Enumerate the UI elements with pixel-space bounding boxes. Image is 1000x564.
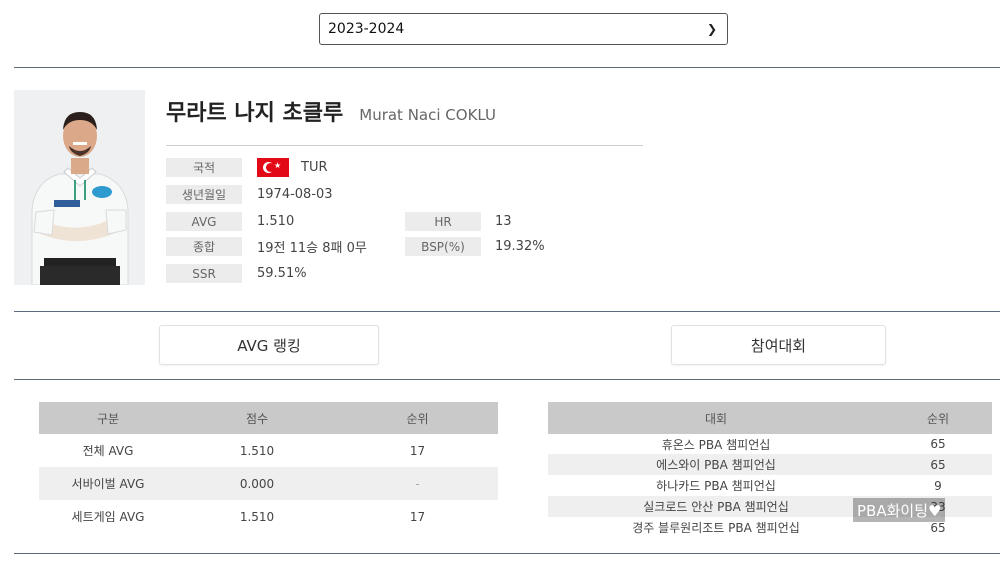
table-row: 휴온스 PBA 챔피언십 65 (548, 434, 992, 454)
player-name: 무라트 나지 초클루 Murat Naci COKLU (166, 95, 496, 127)
divider-lower (14, 379, 1000, 380)
divider-top (14, 67, 1000, 68)
hr-value: 13 (495, 214, 512, 229)
avg-value: 1.510 (257, 214, 295, 229)
table-row: 세트게임 AVG 1.510 17 (39, 500, 498, 533)
player-photo (14, 90, 145, 285)
ssr-label: SSR (166, 264, 242, 283)
player-name-korean: 무라트 나지 초클루 (166, 101, 344, 126)
avg-label: AVG (166, 212, 242, 231)
tournament-row-rank: 65 (930, 520, 946, 535)
tab-tournaments[interactable]: 참여대회 (671, 325, 886, 365)
tournament-table-header-rank: 순위 (926, 411, 950, 426)
avg-row-rank: 17 (409, 443, 426, 458)
chevron-down-icon: ❯ (706, 22, 717, 36)
record-label: 종합 (166, 237, 242, 256)
tournament-row-name: 휴온스 PBA 챔피언십 (661, 437, 771, 452)
avg-row-score: 1.510 (239, 443, 275, 458)
season-select-value: 2023-2024 (328, 21, 405, 37)
bsp-label: BSP(%) (405, 237, 481, 256)
table-row: 서바이벌 AVG 0.000 - (39, 467, 498, 500)
nationality-label: 국적 (166, 158, 242, 177)
player-name-english: Murat Naci COKLU (359, 106, 497, 124)
tournament-row-name: 에스와이 PBA 챔피언십 (656, 458, 776, 472)
bsp-value: 19.32% (495, 239, 545, 254)
avg-row-score: 0.000 (239, 476, 275, 491)
birth-value: 1974-08-03 (257, 187, 333, 202)
avg-row-score: 1.510 (239, 509, 275, 524)
avg-row-category: 세트게임 AVG (71, 510, 145, 524)
avg-table-header-rank: 순위 (406, 411, 429, 426)
season-select[interactable]: 2023-2024 ❯ (319, 13, 728, 45)
nationality-value: ★ TUR (257, 158, 328, 177)
tournament-table-header-name: 대회 (704, 411, 728, 426)
hr-label: HR (405, 212, 481, 231)
tournament-list-scroll[interactable]: 휴온스 PBA 챔피언십 65 에스와이 PBA 챔피언십 65 하나카드 PB… (548, 434, 992, 542)
avg-table: 구분 점수 순위 전체 AVG 1.510 17 서바이벌 AVG 0.000 … (39, 402, 498, 533)
avg-table-header: 구분 점수 순위 (39, 402, 498, 434)
name-divider (166, 145, 643, 146)
tournament-row-name: 하나카드 PBA 챔피언십 (656, 479, 776, 493)
table-row: 하나카드 PBA 챔피언십 9 (548, 475, 992, 496)
record-value: 19전 11승 8패 0무 (257, 241, 367, 256)
tab-avg-ranking[interactable]: AVG 랭킹 (159, 325, 379, 365)
ssr-value: 59.51% (257, 266, 307, 281)
avg-row-category: 서바이벌 AVG (71, 477, 145, 491)
tournament-row-rank: 9 (934, 478, 942, 493)
watermark-text: PBA화이팅♥ (853, 498, 946, 522)
tournament-row-rank: 65 (930, 437, 946, 451)
nationality-code: TUR (301, 160, 328, 175)
avg-row-category: 전체 AVG (82, 444, 134, 458)
tournament-row-name: 실크로드 안산 PBA 챔피언십 (643, 500, 789, 514)
tournament-row-rank: 65 (930, 457, 946, 472)
divider-middle (14, 311, 1000, 312)
table-row: 전체 AVG 1.510 17 (39, 434, 498, 467)
avg-row-rank: 17 (409, 509, 426, 524)
table-row: 에스와이 PBA 챔피언십 65 (548, 454, 992, 475)
avg-table-header-category: 구분 (96, 411, 120, 426)
turkey-flag-icon: ★ (257, 158, 289, 177)
avg-row-rank: - (415, 476, 420, 491)
avg-table-header-score: 점수 (245, 411, 269, 426)
tournament-table-header: 대회 순위 (548, 402, 992, 434)
tournament-row-name: 경주 블루원리조트 PBA 챔피언십 (632, 521, 800, 535)
divider-bottom (14, 553, 1000, 554)
birth-label: 생년월일 (166, 185, 242, 204)
